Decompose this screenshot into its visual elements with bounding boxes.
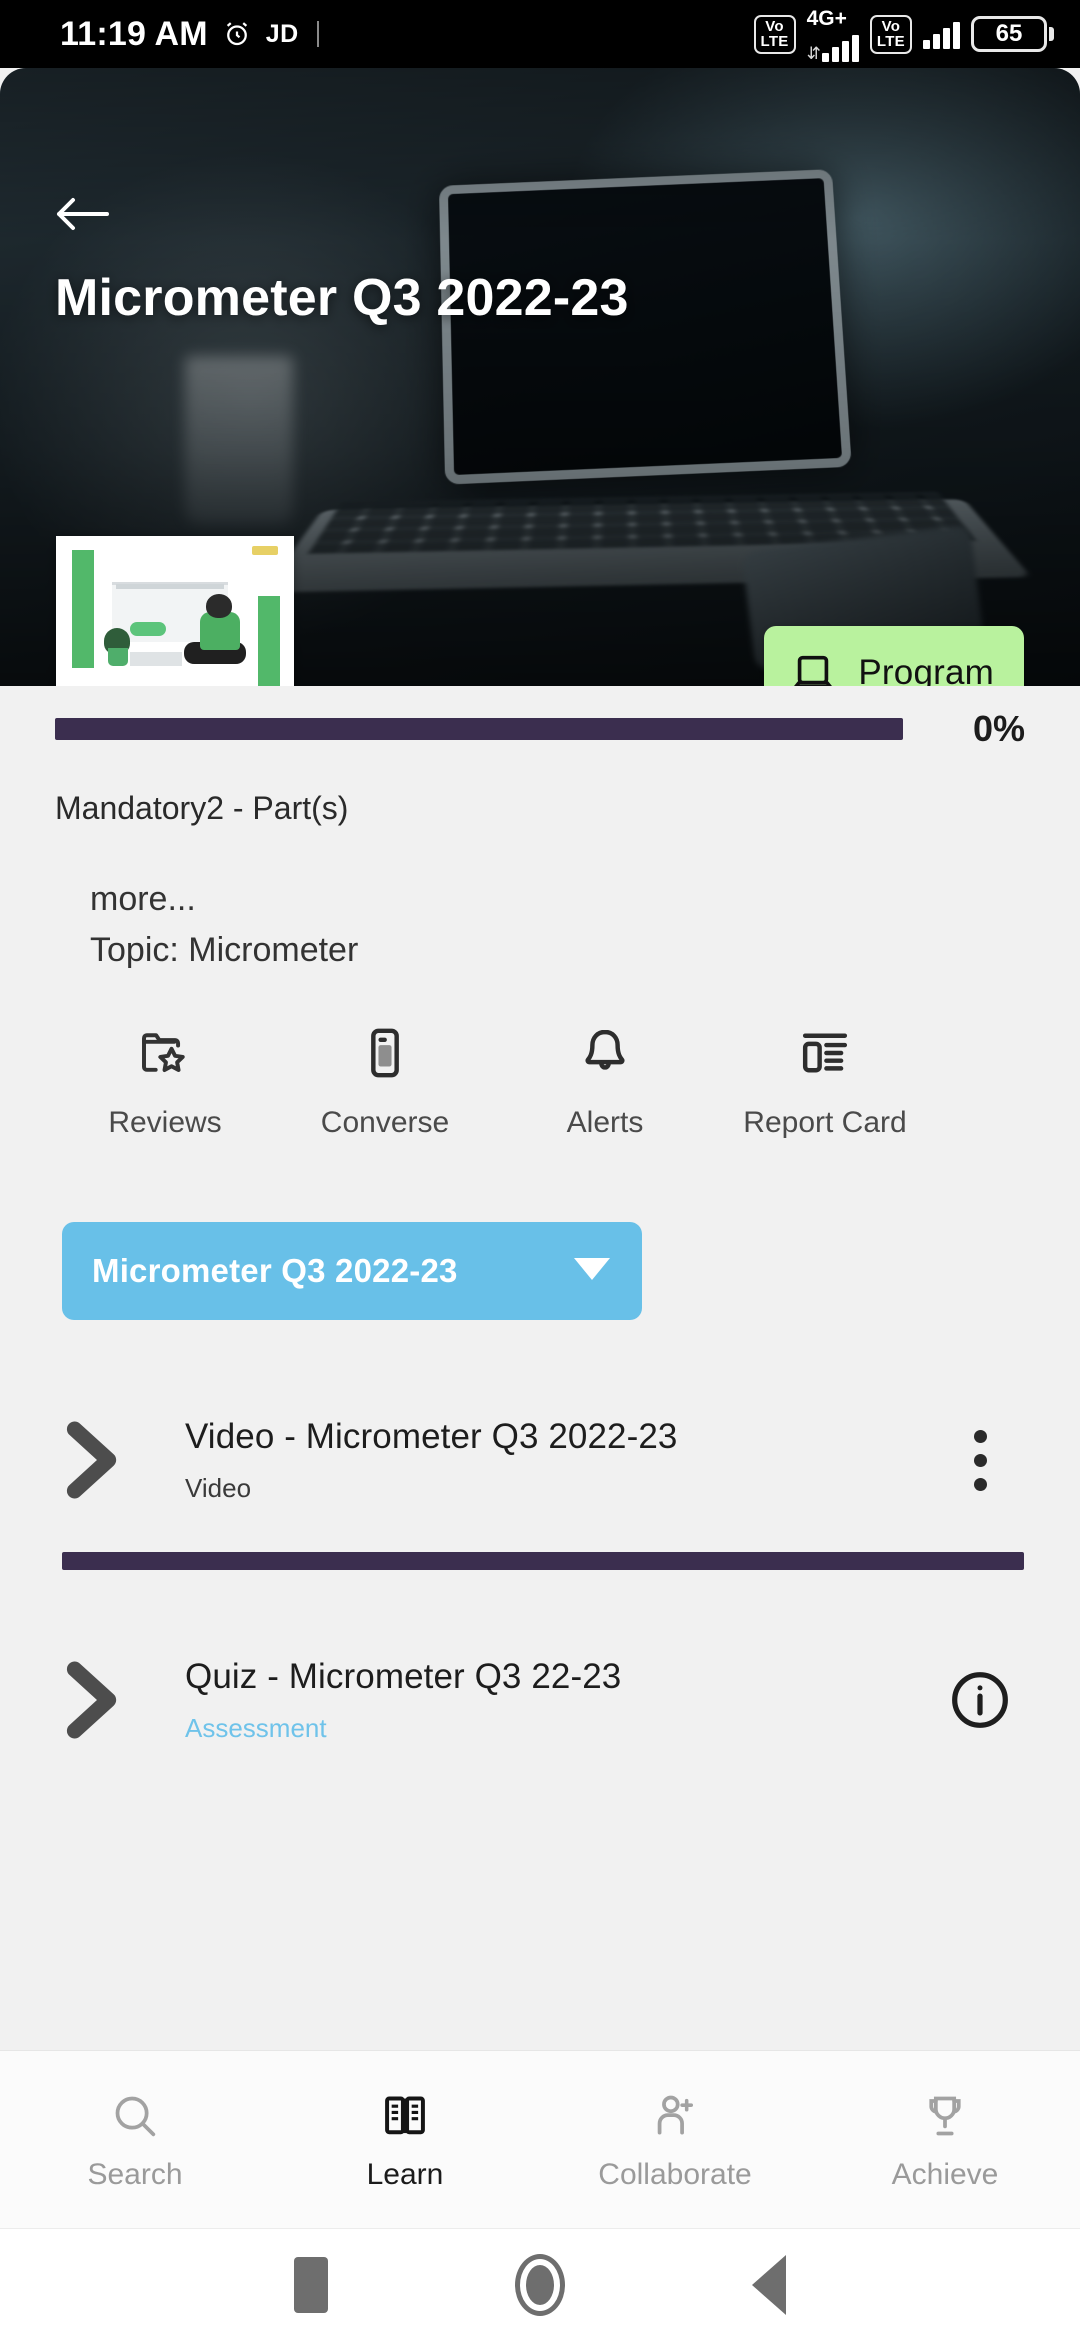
content-item-subtitle: Assessment xyxy=(185,1713,935,1744)
home-circle-icon[interactable] xyxy=(515,2254,565,2316)
quick-action-report-card[interactable]: Report Card xyxy=(715,1020,935,1140)
content-item-video[interactable]: Video - Micrometer Q3 2022-23 Video xyxy=(0,1380,1080,1540)
quick-action-label: Report Card xyxy=(743,1106,906,1140)
quick-action-converse[interactable]: Converse xyxy=(275,1020,495,1140)
app-screen: 11:19 AM JD Vo LTE 4G+ ⇵ Vo LTE 65 Micro… xyxy=(0,0,1080,2340)
thumbnail-desk xyxy=(130,652,182,666)
module-selector-dropdown[interactable]: Micrometer Q3 2022-23 xyxy=(62,1222,642,1320)
thumbnail-person-head xyxy=(206,594,232,618)
thumbnail-shelf xyxy=(116,584,224,589)
chevron-right-icon[interactable] xyxy=(55,1660,185,1740)
page-title: Micrometer Q3 2022-23 xyxy=(55,268,629,328)
status-bar: 11:19 AM JD Vo LTE 4G+ ⇵ Vo LTE 65 xyxy=(0,0,1080,68)
program-button[interactable]: Program xyxy=(764,626,1024,686)
alarm-clock-icon xyxy=(222,19,252,49)
bell-icon xyxy=(577,1020,633,1086)
progress-percent-label: 0% xyxy=(933,708,1025,750)
report-card-icon xyxy=(797,1020,853,1086)
quick-action-label: Reviews xyxy=(108,1106,221,1140)
course-thumbnail xyxy=(56,536,294,686)
quick-action-label: Converse xyxy=(321,1106,449,1140)
status-bar-right: Vo LTE 4G+ ⇵ Vo LTE 65 xyxy=(754,7,1055,62)
folder-star-icon xyxy=(137,1020,193,1086)
laptop-icon xyxy=(790,650,836,686)
status-time: 11:19 AM xyxy=(60,15,208,54)
volte-sim2-bottom: LTE xyxy=(877,34,905,49)
volte-sim2-icon: Vo LTE xyxy=(870,15,912,54)
progress-row: 0% xyxy=(0,708,1080,750)
back-triangle-icon[interactable] xyxy=(752,2255,786,2315)
content-item-title: Video - Micrometer Q3 2022-23 xyxy=(185,1417,935,1457)
quick-actions-row: Reviews Converse Alerts Report Card xyxy=(55,1020,935,1140)
signal-bars-sim1-icon xyxy=(822,32,859,62)
battery-cap-icon xyxy=(1049,27,1054,41)
battery-indicator: 65 xyxy=(971,16,1054,52)
content-item-title: Quiz - Micrometer Q3 22-23 xyxy=(185,1657,935,1697)
back-button[interactable] xyxy=(55,186,125,242)
course-hero-banner: Micrometer Q3 2022-23 Program xyxy=(0,68,1080,686)
status-bar-left: 11:19 AM JD xyxy=(60,15,319,54)
content-item-texts: Quiz - Micrometer Q3 22-23 Assessment xyxy=(185,1657,935,1744)
nav-item-search[interactable]: Search xyxy=(0,2051,270,2228)
chevron-right-icon[interactable] xyxy=(55,1420,185,1500)
quick-action-reviews[interactable]: Reviews xyxy=(55,1020,275,1140)
signal-bars-sim2-icon xyxy=(923,19,960,49)
search-icon xyxy=(110,2088,160,2144)
more-link[interactable]: more... xyxy=(90,880,358,919)
thumbnail-bar-left xyxy=(72,550,94,668)
nav-item-label: Collaborate xyxy=(598,2158,751,2192)
volte-sim2-top: Vo xyxy=(877,19,905,34)
more-vertical-icon[interactable] xyxy=(935,1430,1025,1491)
content-item-texts: Video - Micrometer Q3 2022-23 Video xyxy=(185,1417,935,1504)
network-type-label: 4G+ xyxy=(807,7,847,31)
quick-action-alerts[interactable]: Alerts xyxy=(495,1020,715,1140)
content-item-quiz[interactable]: Quiz - Micrometer Q3 22-23 Assessment xyxy=(0,1620,1080,1780)
topic-label: Topic: Micrometer xyxy=(90,931,358,970)
status-app-badge: JD xyxy=(266,20,299,49)
back-arrow-icon xyxy=(55,194,111,234)
nav-item-learn[interactable]: Learn xyxy=(270,2051,540,2228)
thumbnail-tag xyxy=(130,622,166,636)
nav-item-collaborate[interactable]: Collaborate xyxy=(540,2051,810,2228)
volte-sim1-icon: Vo LTE xyxy=(754,15,796,54)
nav-item-label: Learn xyxy=(367,2158,444,2192)
status-divider xyxy=(317,21,319,47)
progress-bar xyxy=(55,718,903,740)
content-item-subtitle: Video xyxy=(185,1473,935,1504)
chevron-down-icon xyxy=(572,1256,612,1287)
android-system-navigation xyxy=(0,2228,1080,2340)
mobile-chat-icon xyxy=(357,1020,413,1086)
progress-bar-fill xyxy=(55,718,903,740)
quick-action-label: Alerts xyxy=(567,1106,644,1140)
signal-sim1-group: 4G+ ⇵ xyxy=(807,7,859,62)
mandatory-parts-label: Mandatory2 - Part(s) xyxy=(55,790,348,827)
open-book-icon xyxy=(380,2088,430,2144)
content-item-divider xyxy=(62,1552,1024,1570)
module-selector-value: Micrometer Q3 2022-23 xyxy=(92,1252,458,1290)
person-add-icon xyxy=(650,2088,700,2144)
data-transfer-icon: ⇵ xyxy=(807,45,821,62)
trophy-icon xyxy=(920,2088,970,2144)
thumbnail-pot xyxy=(108,648,128,666)
nav-item-achieve[interactable]: Achieve xyxy=(810,2051,1080,2228)
nav-item-label: Search xyxy=(87,2158,182,2192)
battery-level-text: 65 xyxy=(971,16,1047,52)
course-description-block: more... Topic: Micrometer xyxy=(90,880,358,970)
thumbnail-logo xyxy=(252,546,278,555)
volte-sim1-bottom: LTE xyxy=(761,34,789,49)
nav-item-label: Achieve xyxy=(892,2158,999,2192)
thumbnail-bar-right xyxy=(258,596,280,686)
volte-sim1-top: Vo xyxy=(761,19,789,34)
program-button-label: Program xyxy=(858,653,994,686)
info-icon[interactable] xyxy=(935,1667,1025,1733)
recents-square-icon[interactable] xyxy=(294,2257,328,2313)
bottom-navigation-bar: Search Learn Collaborate Achieve xyxy=(0,2050,1080,2228)
